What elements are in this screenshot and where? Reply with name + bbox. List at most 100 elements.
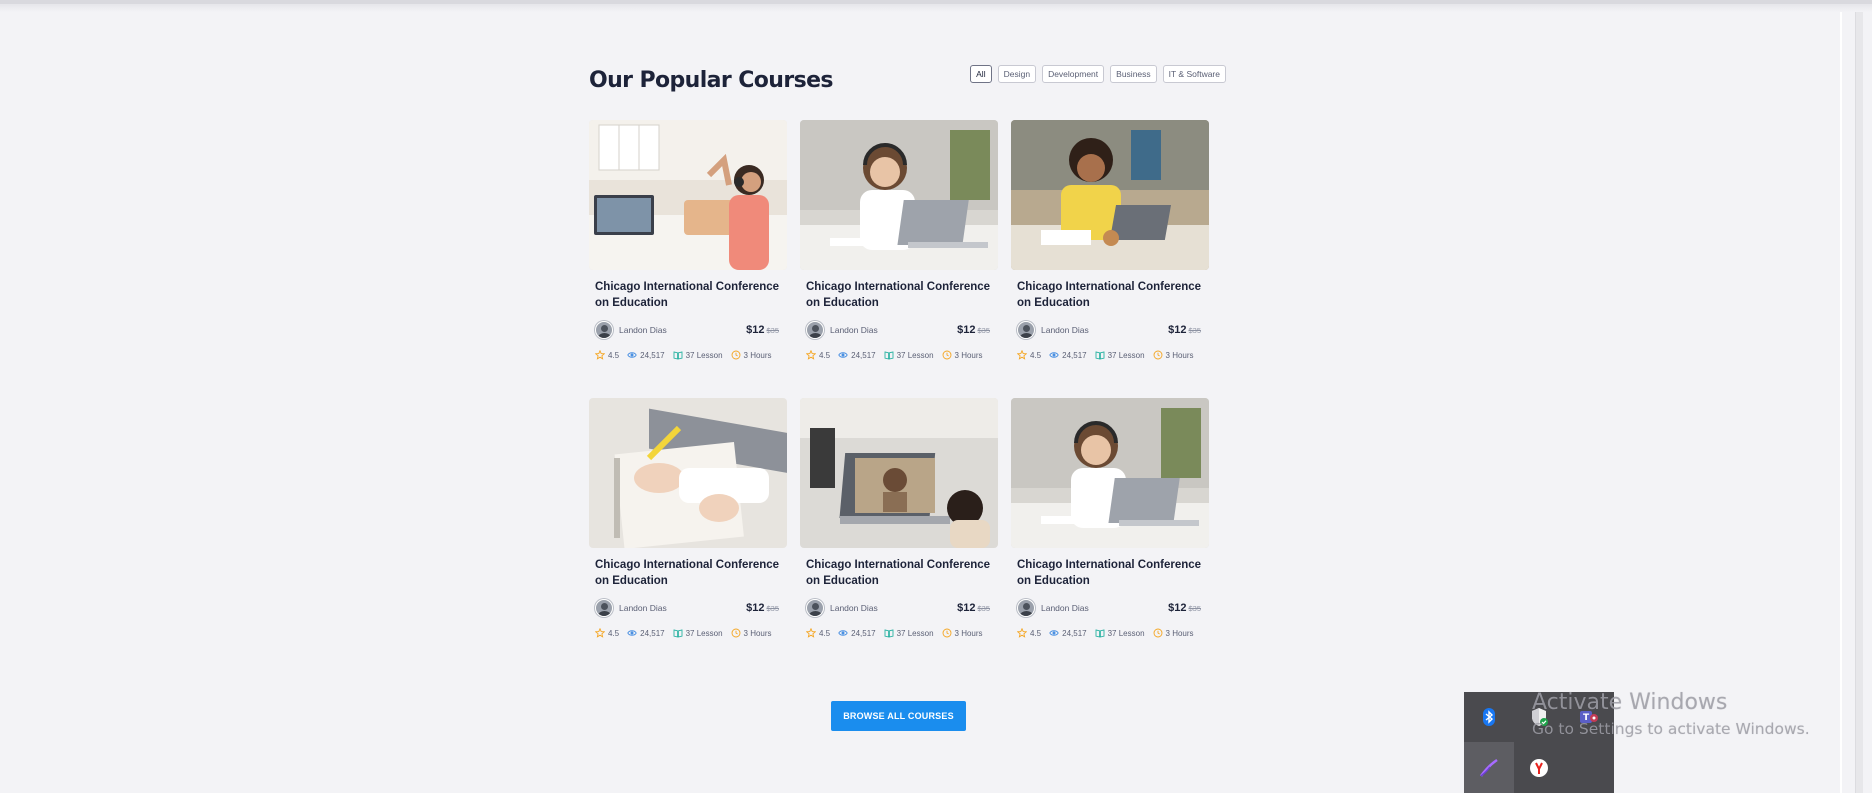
author-avatar xyxy=(806,321,824,339)
course-card[interactable]: Chicago International Conference on Educ… xyxy=(800,120,998,390)
course-views: 24,517 xyxy=(1049,350,1087,360)
pen-icon xyxy=(1479,758,1498,777)
course-author: Landon Dias xyxy=(595,321,667,339)
course-meta: 4.5 24,517 37 Lesson 3 Hours xyxy=(1017,350,1205,360)
filter-business[interactable]: Business xyxy=(1110,65,1157,83)
author-avatar xyxy=(806,599,824,617)
course-title[interactable]: Chicago International Conference on Educ… xyxy=(1017,280,1207,311)
course-lessons: 37 Lesson xyxy=(1095,350,1145,360)
author-name[interactable]: Landon Dias xyxy=(830,603,878,613)
star-icon xyxy=(806,350,816,360)
rating-value: 4.5 xyxy=(1030,628,1042,638)
clock-icon xyxy=(942,350,952,360)
current-price: $12 xyxy=(746,324,765,336)
tray-yandex[interactable] xyxy=(1514,742,1564,793)
course-price: $12 $35 xyxy=(1168,324,1205,336)
course-card-body: Chicago International Conference on Educ… xyxy=(800,270,998,390)
course-meta: 4.5 24,517 37 Lesson 3 Hours xyxy=(806,628,994,638)
course-duration: 3 Hours xyxy=(1153,350,1194,360)
duration-value: 3 Hours xyxy=(743,350,772,360)
tray-bluetooth[interactable] xyxy=(1464,692,1514,742)
current-price: $12 xyxy=(957,324,976,336)
course-photo xyxy=(589,120,787,270)
course-image[interactable] xyxy=(589,398,787,548)
course-image[interactable] xyxy=(800,398,998,548)
course-image[interactable] xyxy=(1011,398,1209,548)
course-author-row: Landon Dias $12 $35 xyxy=(1017,598,1205,618)
clock-icon xyxy=(1153,628,1163,638)
author-name[interactable]: Landon Dias xyxy=(1041,325,1089,335)
tray-pen[interactable] xyxy=(1464,742,1514,793)
author-name[interactable]: Landon Dias xyxy=(619,603,667,613)
scrollbar[interactable] xyxy=(1855,12,1863,793)
course-card[interactable]: Chicago International Conference on Educ… xyxy=(1011,120,1209,390)
course-rating: 4.5 xyxy=(595,350,619,360)
course-card[interactable]: Chicago International Conference on Educ… xyxy=(589,398,787,668)
course-photo xyxy=(1011,120,1209,270)
course-title[interactable]: Chicago International Conference on Educ… xyxy=(806,558,996,589)
author-name[interactable]: Landon Dias xyxy=(1041,603,1089,613)
eye-icon xyxy=(627,350,637,360)
old-price: $35 xyxy=(977,604,990,613)
course-title[interactable]: Chicago International Conference on Educ… xyxy=(595,280,785,311)
course-author: Landon Dias xyxy=(806,321,878,339)
course-title[interactable]: Chicago International Conference on Educ… xyxy=(1017,558,1207,589)
filter-development[interactable]: Development xyxy=(1042,65,1105,83)
book-icon xyxy=(1095,628,1105,638)
course-photo xyxy=(1011,398,1209,548)
course-image[interactable] xyxy=(800,120,998,270)
book-icon xyxy=(884,350,894,360)
course-duration: 3 Hours xyxy=(731,628,772,638)
clock-icon xyxy=(731,350,741,360)
course-card[interactable]: Chicago International Conference on Educ… xyxy=(800,398,998,668)
course-meta: 4.5 24,517 37 Lesson 3 Hours xyxy=(595,350,783,360)
course-card-body: Chicago International Conference on Educ… xyxy=(589,270,787,390)
course-card-body: Chicago International Conference on Educ… xyxy=(800,548,998,668)
author-avatar xyxy=(1017,599,1035,617)
course-image[interactable] xyxy=(1011,120,1209,270)
course-duration: 3 Hours xyxy=(1153,628,1194,638)
author-name[interactable]: Landon Dias xyxy=(830,325,878,335)
duration-value: 3 Hours xyxy=(954,628,983,638)
clock-icon xyxy=(942,628,952,638)
filter-design[interactable]: Design xyxy=(997,65,1037,83)
course-card-body: Chicago International Conference on Educ… xyxy=(1011,548,1209,668)
author-avatar xyxy=(1017,321,1035,339)
course-author-row: Landon Dias $12 $35 xyxy=(806,320,994,340)
windows-activation-watermark: Activate Windows Go to Settings to activ… xyxy=(1532,690,1862,738)
current-price: $12 xyxy=(1168,602,1187,614)
lessons-value: 37 Lesson xyxy=(1107,628,1145,638)
filter-it-software[interactable]: IT & Software xyxy=(1162,65,1226,83)
course-lessons: 37 Lesson xyxy=(1095,628,1145,638)
course-title[interactable]: Chicago International Conference on Educ… xyxy=(806,280,996,311)
old-price: $35 xyxy=(1188,326,1201,335)
course-card[interactable]: Chicago International Conference on Educ… xyxy=(589,120,787,390)
book-icon xyxy=(1095,350,1105,360)
browse-all-courses-button[interactable]: BROWSE ALL COURSES xyxy=(831,701,966,731)
eye-icon xyxy=(1049,350,1059,360)
section-header: Our Popular Courses All Design Developme… xyxy=(585,44,1240,102)
lessons-value: 37 Lesson xyxy=(896,350,934,360)
course-price: $12 $35 xyxy=(1168,602,1205,614)
old-price: $35 xyxy=(1188,604,1201,613)
course-meta: 4.5 24,517 37 Lesson 3 Hours xyxy=(1017,628,1205,638)
course-views: 24,517 xyxy=(1049,628,1087,638)
course-price: $12 $35 xyxy=(957,324,994,336)
course-author-row: Landon Dias $12 $35 xyxy=(595,598,783,618)
rating-value: 4.5 xyxy=(1030,350,1042,360)
old-price: $35 xyxy=(766,326,779,335)
course-rating: 4.5 xyxy=(806,628,830,638)
lessons-value: 37 Lesson xyxy=(896,628,934,638)
views-value: 24,517 xyxy=(640,628,665,638)
author-avatar xyxy=(595,321,613,339)
filter-all[interactable]: All xyxy=(970,65,992,83)
course-card-body: Chicago International Conference on Educ… xyxy=(589,548,787,668)
author-name[interactable]: Landon Dias xyxy=(619,325,667,335)
duration-value: 3 Hours xyxy=(1165,350,1194,360)
views-value: 24,517 xyxy=(640,350,665,360)
course-title[interactable]: Chicago International Conference on Educ… xyxy=(595,558,785,589)
course-image[interactable] xyxy=(589,120,787,270)
course-lessons: 37 Lesson xyxy=(884,628,934,638)
course-meta: 4.5 24,517 37 Lesson 3 Hours xyxy=(806,350,994,360)
course-card[interactable]: Chicago International Conference on Educ… xyxy=(1011,398,1209,668)
